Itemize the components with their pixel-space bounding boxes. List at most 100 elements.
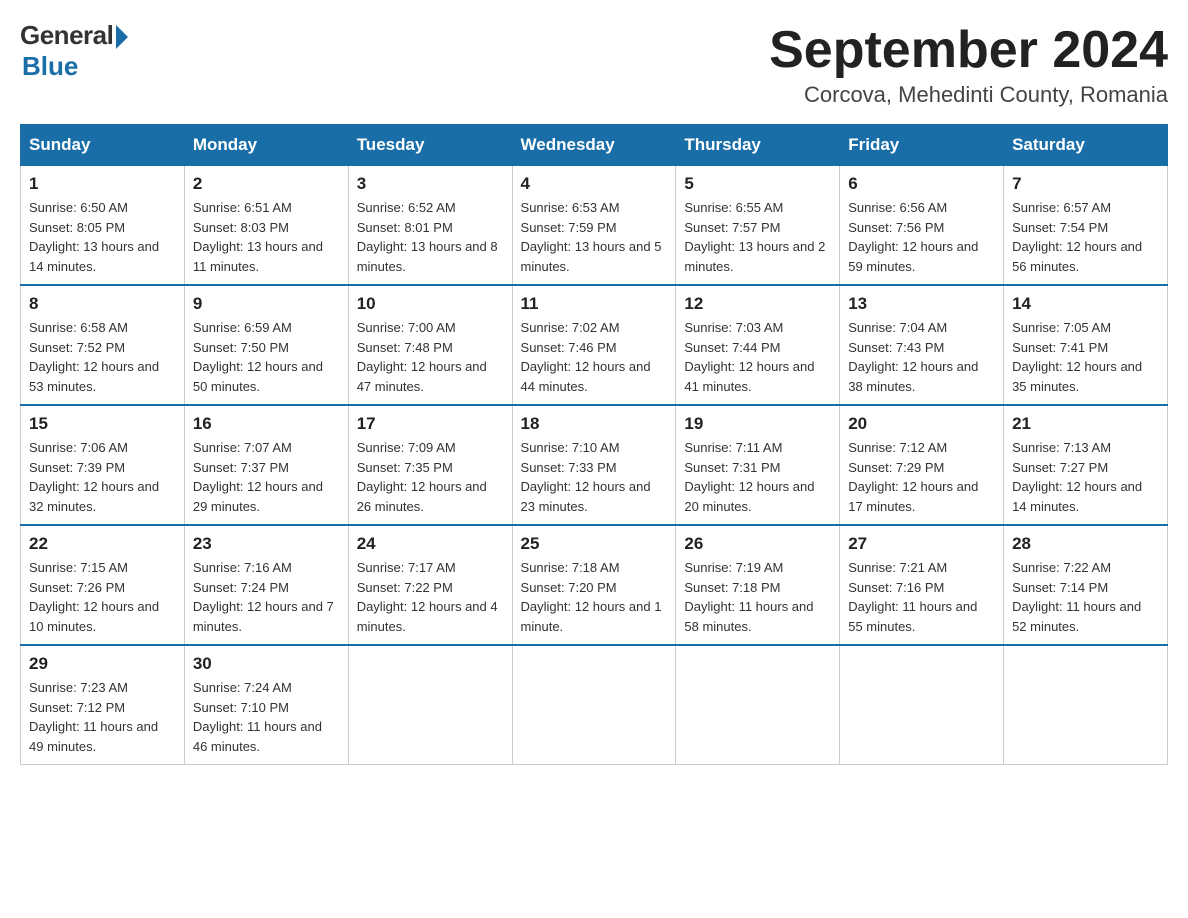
calendar-cell: 3 Sunrise: 6:52 AMSunset: 8:01 PMDaylight…: [348, 166, 512, 286]
day-info: Sunrise: 7:15 AMSunset: 7:26 PMDaylight:…: [29, 558, 176, 636]
calendar-cell: 14Sunrise: 7:05 AMSunset: 7:41 PMDayligh…: [1004, 285, 1168, 405]
day-number: 24: [357, 534, 504, 554]
logo: General Blue: [20, 20, 128, 82]
calendar-week-row: 8 Sunrise: 6:58 AMSunset: 7:52 PMDaylight…: [21, 285, 1168, 405]
day-info: Sunrise: 7:04 AMSunset: 7:43 PMDaylight:…: [848, 318, 995, 396]
page-header: General Blue September 2024 Corcova, Meh…: [20, 20, 1168, 108]
day-info: Sunrise: 7:24 AMSunset: 7:10 PMDaylight:…: [193, 678, 340, 756]
location-text: Corcova, Mehedinti County, Romania: [769, 82, 1168, 108]
day-number: 7: [1012, 174, 1159, 194]
calendar-cell: 24Sunrise: 7:17 AMSunset: 7:22 PMDayligh…: [348, 525, 512, 645]
day-info: Sunrise: 7:18 AMSunset: 7:20 PMDaylight:…: [521, 558, 668, 636]
calendar-cell: 19Sunrise: 7:11 AMSunset: 7:31 PMDayligh…: [676, 405, 840, 525]
calendar-cell: 28 Sunrise: 7:22 AMSunset: 7:14 PMDayligh…: [1004, 525, 1168, 645]
header-saturday: Saturday: [1004, 125, 1168, 166]
calendar-cell: 5 Sunrise: 6:55 AMSunset: 7:57 PMDaylight…: [676, 166, 840, 286]
calendar-cell: 25 Sunrise: 7:18 AMSunset: 7:20 PMDayligh…: [512, 525, 676, 645]
calendar-cell: 15Sunrise: 7:06 AMSunset: 7:39 PMDayligh…: [21, 405, 185, 525]
day-info: Sunrise: 7:07 AMSunset: 7:37 PMDaylight:…: [193, 438, 340, 516]
day-info: Sunrise: 7:09 AMSunset: 7:35 PMDaylight:…: [357, 438, 504, 516]
calendar-week-row: 22 Sunrise: 7:15 AMSunset: 7:26 PMDayligh…: [21, 525, 1168, 645]
day-number: 23: [193, 534, 340, 554]
calendar-cell: 11 Sunrise: 7:02 AMSunset: 7:46 PMDayligh…: [512, 285, 676, 405]
day-info: Sunrise: 6:50 AMSunset: 8:05 PMDaylight:…: [29, 198, 176, 276]
calendar-cell: [676, 645, 840, 765]
calendar-cell: 23 Sunrise: 7:16 AMSunset: 7:24 PMDayligh…: [184, 525, 348, 645]
calendar-cell: 27Sunrise: 7:21 AMSunset: 7:16 PMDayligh…: [840, 525, 1004, 645]
day-number: 19: [684, 414, 831, 434]
logo-general-text: General: [20, 20, 113, 51]
calendar-cell: 20Sunrise: 7:12 AMSunset: 7:29 PMDayligh…: [840, 405, 1004, 525]
day-info: Sunrise: 7:00 AMSunset: 7:48 PMDaylight:…: [357, 318, 504, 396]
calendar-cell: 30 Sunrise: 7:24 AMSunset: 7:10 PMDayligh…: [184, 645, 348, 765]
day-number: 17: [357, 414, 504, 434]
day-info: Sunrise: 7:19 AMSunset: 7:18 PMDaylight:…: [684, 558, 831, 636]
day-info: Sunrise: 6:53 AMSunset: 7:59 PMDaylight:…: [521, 198, 668, 276]
day-info: Sunrise: 7:13 AMSunset: 7:27 PMDaylight:…: [1012, 438, 1159, 516]
logo-arrow-icon: [116, 25, 128, 49]
calendar-cell: [348, 645, 512, 765]
day-info: Sunrise: 6:59 AMSunset: 7:50 PMDaylight:…: [193, 318, 340, 396]
day-info: Sunrise: 7:22 AMSunset: 7:14 PMDaylight:…: [1012, 558, 1159, 636]
day-number: 14: [1012, 294, 1159, 314]
calendar-cell: 13Sunrise: 7:04 AMSunset: 7:43 PMDayligh…: [840, 285, 1004, 405]
logo-blue-text: Blue: [22, 51, 78, 82]
day-number: 26: [684, 534, 831, 554]
calendar-cell: 9 Sunrise: 6:59 AMSunset: 7:50 PMDaylight…: [184, 285, 348, 405]
calendar-cell: 7 Sunrise: 6:57 AMSunset: 7:54 PMDaylight…: [1004, 166, 1168, 286]
day-info: Sunrise: 6:57 AMSunset: 7:54 PMDaylight:…: [1012, 198, 1159, 276]
header-sunday: Sunday: [21, 125, 185, 166]
day-number: 18: [521, 414, 668, 434]
month-title: September 2024: [769, 20, 1168, 80]
day-number: 3: [357, 174, 504, 194]
calendar-cell: 17 Sunrise: 7:09 AMSunset: 7:35 PMDayligh…: [348, 405, 512, 525]
calendar-cell: 29 Sunrise: 7:23 AMSunset: 7:12 PMDayligh…: [21, 645, 185, 765]
day-number: 2: [193, 174, 340, 194]
day-info: Sunrise: 7:23 AMSunset: 7:12 PMDaylight:…: [29, 678, 176, 756]
calendar-cell: 1Sunrise: 6:50 AMSunset: 8:05 PMDaylight…: [21, 166, 185, 286]
day-info: Sunrise: 6:55 AMSunset: 7:57 PMDaylight:…: [684, 198, 831, 276]
calendar-cell: 2 Sunrise: 6:51 AMSunset: 8:03 PMDaylight…: [184, 166, 348, 286]
header-friday: Friday: [840, 125, 1004, 166]
day-number: 5: [684, 174, 831, 194]
day-number: 30: [193, 654, 340, 674]
day-number: 25: [521, 534, 668, 554]
calendar-table: SundayMondayTuesdayWednesdayThursdayFrid…: [20, 124, 1168, 765]
header-thursday: Thursday: [676, 125, 840, 166]
day-number: 29: [29, 654, 176, 674]
calendar-cell: 4 Sunrise: 6:53 AMSunset: 7:59 PMDaylight…: [512, 166, 676, 286]
day-info: Sunrise: 6:52 AMSunset: 8:01 PMDaylight:…: [357, 198, 504, 276]
day-number: 16: [193, 414, 340, 434]
day-info: Sunrise: 7:16 AMSunset: 7:24 PMDaylight:…: [193, 558, 340, 636]
day-number: 9: [193, 294, 340, 314]
calendar-week-row: 29 Sunrise: 7:23 AMSunset: 7:12 PMDayligh…: [21, 645, 1168, 765]
day-number: 20: [848, 414, 995, 434]
calendar-cell: 21 Sunrise: 7:13 AMSunset: 7:27 PMDayligh…: [1004, 405, 1168, 525]
calendar-cell: [512, 645, 676, 765]
calendar-cell: 22 Sunrise: 7:15 AMSunset: 7:26 PMDayligh…: [21, 525, 185, 645]
day-info: Sunrise: 7:21 AMSunset: 7:16 PMDaylight:…: [848, 558, 995, 636]
day-number: 21: [1012, 414, 1159, 434]
calendar-cell: 6Sunrise: 6:56 AMSunset: 7:56 PMDaylight…: [840, 166, 1004, 286]
calendar-cell: 16 Sunrise: 7:07 AMSunset: 7:37 PMDayligh…: [184, 405, 348, 525]
calendar-cell: [1004, 645, 1168, 765]
day-number: 28: [1012, 534, 1159, 554]
day-info: Sunrise: 7:10 AMSunset: 7:33 PMDaylight:…: [521, 438, 668, 516]
calendar-header-row: SundayMondayTuesdayWednesdayThursdayFrid…: [21, 125, 1168, 166]
header-tuesday: Tuesday: [348, 125, 512, 166]
header-monday: Monday: [184, 125, 348, 166]
day-info: Sunrise: 6:56 AMSunset: 7:56 PMDaylight:…: [848, 198, 995, 276]
calendar-cell: 12Sunrise: 7:03 AMSunset: 7:44 PMDayligh…: [676, 285, 840, 405]
day-number: 8: [29, 294, 176, 314]
day-number: 22: [29, 534, 176, 554]
day-info: Sunrise: 7:02 AMSunset: 7:46 PMDaylight:…: [521, 318, 668, 396]
day-info: Sunrise: 6:58 AMSunset: 7:52 PMDaylight:…: [29, 318, 176, 396]
calendar-cell: 8 Sunrise: 6:58 AMSunset: 7:52 PMDaylight…: [21, 285, 185, 405]
calendar-week-row: 15Sunrise: 7:06 AMSunset: 7:39 PMDayligh…: [21, 405, 1168, 525]
calendar-week-row: 1Sunrise: 6:50 AMSunset: 8:05 PMDaylight…: [21, 166, 1168, 286]
title-section: September 2024 Corcova, Mehedinti County…: [769, 20, 1168, 108]
day-info: Sunrise: 6:51 AMSunset: 8:03 PMDaylight:…: [193, 198, 340, 276]
calendar-cell: 26 Sunrise: 7:19 AMSunset: 7:18 PMDayligh…: [676, 525, 840, 645]
day-number: 4: [521, 174, 668, 194]
day-number: 11: [521, 294, 668, 314]
